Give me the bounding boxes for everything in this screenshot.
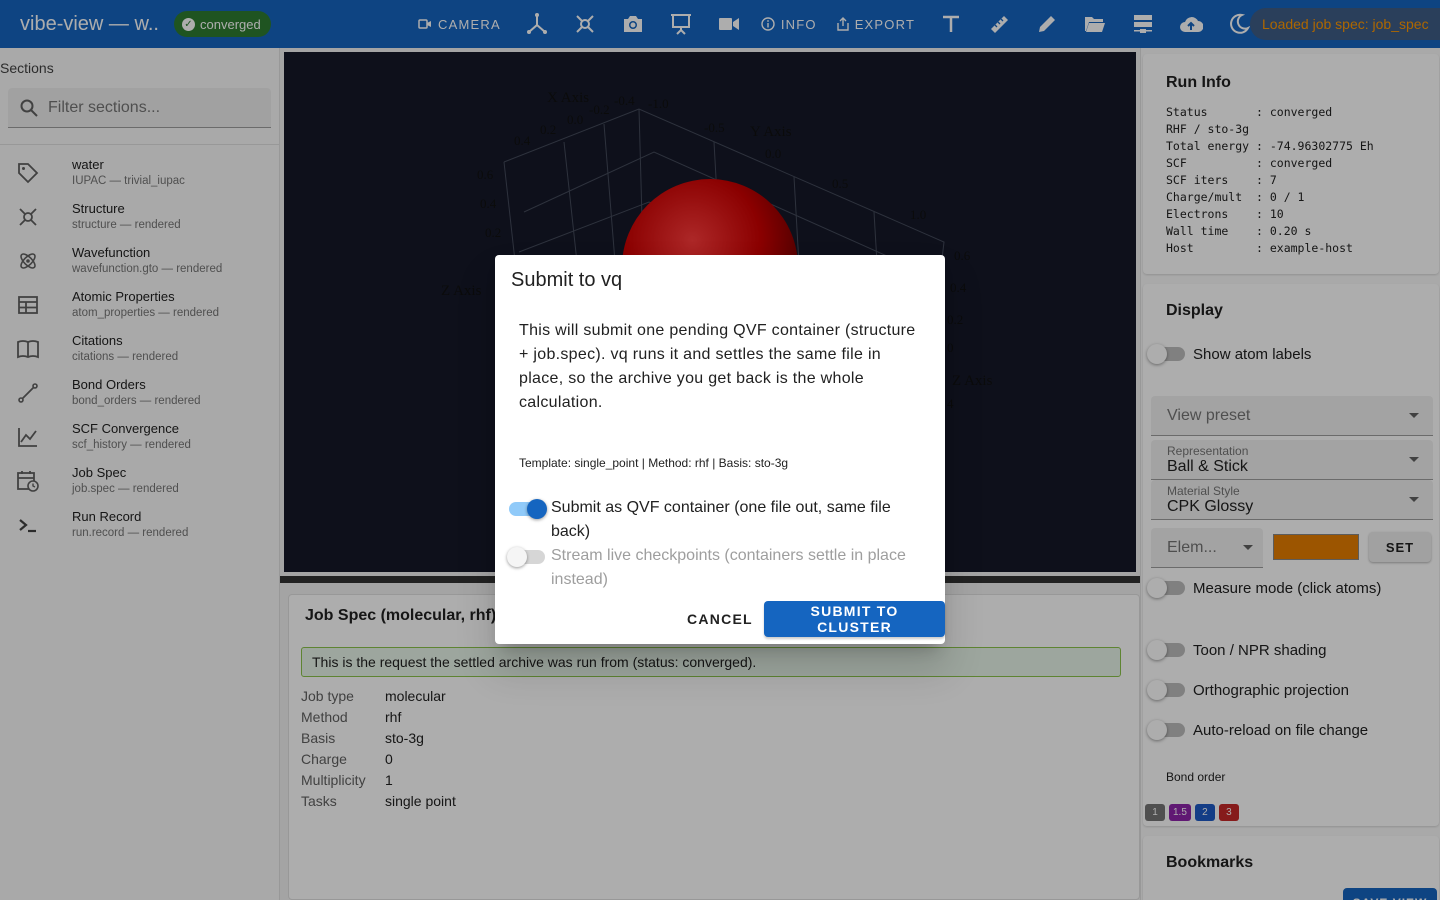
qvf-container-toggle[interactable]: Submit as QVF container (one file out, s… — [507, 496, 927, 544]
submit-to-cluster-button[interactable]: SUBMIT TO CLUSTER — [764, 601, 945, 637]
switch-disabled — [507, 547, 545, 567]
submit-dialog: Submit to vq This will submit one pendin… — [495, 255, 945, 644]
option-label: Stream live checkpoints (containers sett… — [551, 547, 906, 588]
dialog-template-info: Template: single_point | Method: rhf | B… — [519, 456, 789, 470]
dialog-body: This will submit one pending QVF contain… — [519, 322, 916, 411]
dialog-title: Submit to vq — [511, 269, 623, 291]
cancel-button[interactable]: CANCEL — [677, 601, 763, 637]
switch-on[interactable] — [509, 499, 547, 519]
stream-checkpoints-toggle: Stream live checkpoints (containers sett… — [507, 544, 927, 592]
option-label: Submit as QVF container (one file out, s… — [551, 499, 891, 540]
